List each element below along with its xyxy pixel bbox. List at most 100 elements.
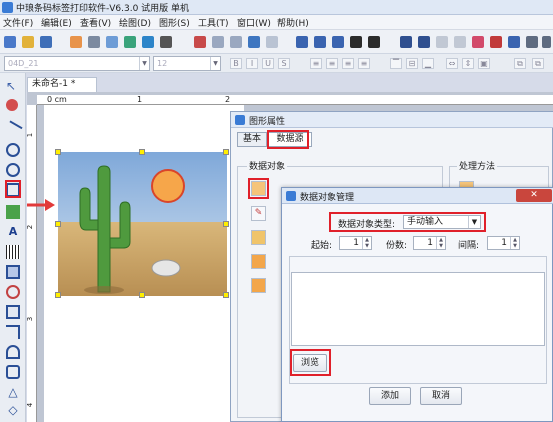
menu-bar: 文件(F) 编辑(E) 查看(V) 绘图(D) 图形(S) 工具(T) 窗口(W… — [0, 15, 553, 30]
valign-middle-icon[interactable]: ⊟ — [406, 58, 418, 69]
resize-handle[interactable] — [223, 149, 229, 155]
zoom-in-icon[interactable] — [296, 36, 308, 48]
cancel-button[interactable]: 取消 — [420, 387, 462, 405]
resize-handle[interactable] — [55, 149, 61, 155]
print-preview-icon[interactable] — [106, 36, 118, 48]
copies-label: 份数: — [386, 241, 408, 251]
select-arrow-icon[interactable]: ↖ — [6, 79, 20, 93]
circle-icon[interactable] — [6, 163, 20, 177]
copy-icon[interactable] — [212, 36, 224, 48]
bring-front-icon[interactable]: ⧉ — [514, 58, 526, 69]
menu-view[interactable]: 查看(V) — [80, 16, 111, 29]
rounded-rect-icon[interactable] — [6, 365, 20, 379]
table-icon[interactable] — [6, 305, 20, 319]
interval-input[interactable]: 1 ▲ ▼ — [487, 236, 520, 250]
cactus-image[interactable] — [55, 149, 229, 298]
move-up-icon[interactable] — [251, 254, 266, 269]
stepper-arrows[interactable]: ▲ ▼ — [510, 237, 519, 249]
rotate-icon[interactable] — [6, 99, 18, 111]
resize-handle[interactable] — [139, 292, 145, 298]
zoom-icon[interactable] — [332, 36, 344, 48]
menu-file[interactable]: 文件(F) — [3, 16, 33, 29]
ungroup-icon[interactable] — [436, 36, 448, 48]
edit-data-icon[interactable]: ✎ — [251, 206, 266, 221]
valign-top-icon[interactable]: ▔ — [390, 58, 402, 69]
bold-icon[interactable]: B — [230, 58, 242, 69]
resize-handle[interactable] — [55, 292, 61, 298]
data-icon[interactable] — [142, 36, 154, 48]
same-size-icon[interactable]: ▣ — [478, 58, 490, 69]
tab-basic[interactable]: 基本 — [237, 132, 267, 147]
strikethrough-icon[interactable]: S — [278, 58, 290, 69]
move-down-icon[interactable] — [251, 278, 266, 293]
print-icon[interactable] — [88, 36, 100, 48]
barcode-tool-icon[interactable] — [6, 245, 20, 259]
start-input[interactable]: 1 ▲ ▼ — [339, 236, 372, 250]
manual-input-textarea[interactable] — [291, 272, 545, 346]
ellipse-icon[interactable] — [6, 143, 20, 157]
qrcode-icon[interactable] — [6, 265, 20, 279]
distribute-h-icon[interactable]: ⇔ — [446, 58, 458, 69]
menu-draw[interactable]: 绘图(D) — [119, 16, 151, 29]
align-icon[interactable] — [400, 36, 412, 48]
group-icon[interactable] — [418, 36, 430, 48]
layer-icon[interactable] — [490, 36, 502, 48]
close-icon[interactable]: ✕ — [516, 189, 552, 202]
lock-icon[interactable] — [454, 36, 466, 48]
align-center-icon[interactable]: ≡ — [326, 58, 338, 69]
align-left-icon[interactable]: ≡ — [310, 58, 322, 69]
valign-bottom-icon[interactable]: ▁ — [422, 58, 434, 69]
document-tab[interactable]: 未命名-1 * — [27, 77, 97, 92]
database-icon[interactable] — [124, 36, 136, 48]
menu-shape[interactable]: 图形(S) — [159, 16, 190, 29]
fit-page-icon[interactable] — [368, 36, 380, 48]
send-back-icon[interactable]: ⧉ — [532, 58, 544, 69]
undo-icon[interactable] — [248, 36, 260, 48]
paste-icon[interactable] — [230, 36, 242, 48]
zoom-out-icon[interactable] — [314, 36, 326, 48]
font-size-select[interactable]: 12 ▼ — [153, 56, 221, 71]
cut-icon[interactable] — [194, 36, 206, 48]
arc-icon[interactable] — [6, 345, 20, 359]
menu-window[interactable]: 窗口(W) — [237, 16, 271, 29]
add-button[interactable]: 添加 — [369, 387, 411, 405]
menu-edit[interactable]: 编辑(E) — [41, 16, 72, 29]
eye-icon[interactable] — [472, 36, 484, 48]
align-right-icon[interactable]: ≡ — [342, 58, 354, 69]
stepper-arrows[interactable]: ▲ ▼ — [362, 237, 371, 249]
fit-icon[interactable] — [350, 36, 362, 48]
chevron-down-icon: ▼ — [139, 57, 149, 70]
diamond-icon[interactable]: ◇ — [6, 403, 20, 417]
resize-handle[interactable] — [223, 292, 229, 298]
polyline-icon[interactable] — [6, 325, 20, 339]
justify-icon[interactable]: ≡ — [358, 58, 370, 69]
barcode-icon[interactable] — [160, 36, 172, 48]
resize-handle[interactable] — [139, 149, 145, 155]
underline-icon[interactable]: U — [262, 58, 274, 69]
menu-help[interactable]: 帮助(H) — [277, 16, 309, 29]
settings-icon[interactable] — [70, 36, 82, 48]
more-icon[interactable] — [542, 36, 551, 48]
new-icon[interactable] — [4, 36, 16, 48]
menu-tools[interactable]: 工具(T) — [198, 16, 229, 29]
redo-icon[interactable] — [266, 36, 278, 48]
text-icon[interactable]: A — [6, 225, 20, 239]
open-icon[interactable] — [22, 36, 34, 48]
grid-icon[interactable] — [526, 36, 538, 48]
resize-handle[interactable] — [223, 221, 229, 227]
picture-icon[interactable] — [6, 205, 20, 219]
save-icon[interactable] — [40, 36, 52, 48]
delete-data-icon[interactable] — [251, 230, 266, 245]
line-icon[interactable] — [3, 120, 23, 140]
properties-icon[interactable] — [508, 36, 520, 48]
triangle-icon[interactable]: △ — [6, 385, 20, 399]
resize-handle[interactable] — [55, 221, 61, 227]
font-select[interactable]: 04D_21 ▼ — [4, 56, 150, 71]
distribute-v-icon[interactable]: ⇕ — [462, 58, 474, 69]
window-title: 中琅条码标签打印软件-V6.3.0 试用版 单机 — [16, 4, 190, 14]
stepper-arrows[interactable]: ▲ ▼ — [436, 237, 445, 249]
start-label: 起始: — [311, 241, 333, 251]
copies-input[interactable]: 1 ▲ ▼ — [413, 236, 446, 250]
italic-icon[interactable]: I — [246, 58, 258, 69]
ellipse-red-icon[interactable] — [6, 285, 20, 299]
